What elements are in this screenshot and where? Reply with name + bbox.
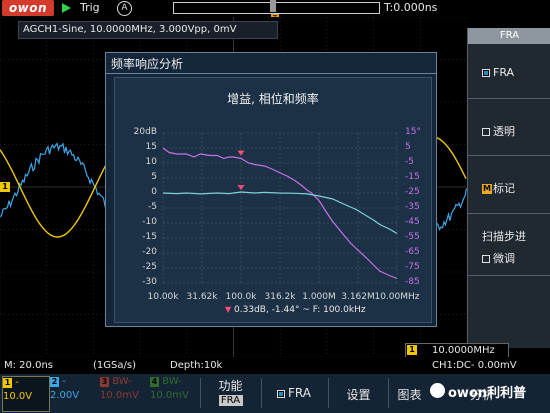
ch2-number: 2 [50, 377, 59, 387]
title-divider [106, 73, 436, 74]
menu-title: FRA [468, 28, 550, 44]
checkbox-checked-icon[interactable] [277, 389, 286, 398]
menu-item-label: FRA [493, 66, 515, 79]
ch3-status[interactable]: 3 BW- 10.0mV [100, 376, 146, 410]
trigger-source-marker: 1 [407, 345, 417, 355]
brand-logo: owon [2, 0, 54, 16]
ch4-status[interactable]: 4 BW- 10.0mV [150, 376, 196, 410]
ch1-number: 1 [3, 378, 12, 388]
fra-plot-area: 增益, 相位和频率 20dB 15 10 5 0 -5 -10 -15 -20 -25 -30 15… [114, 77, 432, 323]
settings-softkey[interactable]: 设置 [331, 374, 386, 413]
memory-position-bar[interactable] [173, 2, 380, 14]
separator [261, 378, 262, 408]
separator [200, 378, 201, 408]
menu-item-sweep-step[interactable]: 扫描步进 微调 [468, 214, 550, 276]
separator [328, 378, 329, 408]
timebase-readout[interactable]: M: 20.0ns [4, 360, 53, 371]
ch2-coupling: - [62, 376, 66, 387]
menu-item-label: 扫描步进 [482, 230, 526, 243]
trigger-state-label: Trig [80, 1, 100, 14]
menu-item-fra[interactable]: FRA [468, 44, 550, 99]
ch4-number: 4 [150, 377, 159, 387]
auto-trigger-icon[interactable]: A [117, 1, 132, 16]
cursor-marker-icon: ▼ [225, 305, 232, 314]
time-position-readout: T:0.000ns [384, 1, 438, 14]
memory-view-window[interactable] [270, 0, 276, 12]
checkbox-unchecked-icon[interactable] [482, 255, 490, 263]
ch4-bandwidth: BW- [162, 376, 182, 387]
ch1-offset-marker[interactable]: 1 [0, 182, 10, 192]
fra-window: 频率响应分析 增益, 相位和频率 20dB 15 10 5 0 -5 -10 -15 -20 -2… [105, 52, 437, 327]
ch1-status[interactable]: 1 - 10.0V [2, 376, 50, 412]
cursor-readout: ▼ 0.33dB, -1.44° ~ F: 100.0kHz [225, 305, 366, 315]
fra-softkey[interactable]: FRA [264, 374, 324, 413]
trigger-frequency: 10.0000MHz [432, 345, 495, 356]
checkbox-unchecked-icon[interactable] [482, 128, 490, 136]
menu-item-label: 透明 [493, 125, 515, 138]
ch3-bandwidth: BW- [112, 376, 132, 387]
chart-softkey[interactable]: 图表 [391, 374, 428, 413]
chart-label: 图表 [397, 388, 422, 402]
play-icon[interactable] [62, 3, 71, 13]
checkbox-checked-icon[interactable] [482, 69, 490, 77]
watermark-text: owon利利普 [448, 386, 527, 401]
watermark-logo-icon [430, 383, 445, 398]
cursor-readout-text: 0.33dB, -1.44° ~ F: 100.0kHz [234, 305, 366, 315]
menu-item-label: 标记 [493, 182, 515, 195]
phase-cursor-marker[interactable] [237, 150, 245, 156]
gain-cursor-marker[interactable] [237, 185, 245, 191]
ch3-number: 3 [100, 377, 109, 387]
menu-item-sublabel: 微调 [493, 252, 515, 265]
settings-label: 设置 [346, 388, 371, 402]
marker-icon: M [482, 184, 492, 194]
status-bar: M: 20.0ns (1GSa/s) Depth:10k CH1:DC- 0.0… [0, 357, 550, 374]
separator [388, 378, 389, 408]
side-menu: FRA FRA 透明 M 标记 扫描步进 微调 [467, 28, 550, 348]
memory-depth-readout: Depth:10k [170, 360, 223, 371]
trigger-info[interactable]: CH1:DC- 0.00mV [432, 360, 517, 371]
ch4-scale: 10.0mV [150, 390, 189, 401]
menu-item-marker[interactable]: M 标记 [468, 156, 550, 214]
ch1-coupling: - [15, 377, 19, 388]
ch2-scale: 2.00V [50, 390, 80, 401]
ch3-scale: 10.0mV [100, 390, 139, 401]
function-softkey[interactable]: 功能 FRA [203, 374, 258, 413]
fra-softkey-label: FRA [288, 386, 311, 400]
menu-item-transparent[interactable]: 透明 [468, 99, 550, 156]
fra-window-title: 频率响应分析 [111, 57, 184, 71]
signal-info-box: AGCH1-Sine, 10.0000MHz, 3.000Vpp, 0mV [18, 21, 278, 39]
function-value: FRA [218, 395, 243, 406]
fra-chart-svg [162, 132, 398, 284]
function-label: 功能 [218, 379, 243, 393]
ch1-scale: 10.0V [3, 391, 33, 402]
ch2-status[interactable]: 2 - 2.00V [50, 376, 96, 410]
sample-rate-readout: (1GSa/s) [93, 360, 136, 371]
